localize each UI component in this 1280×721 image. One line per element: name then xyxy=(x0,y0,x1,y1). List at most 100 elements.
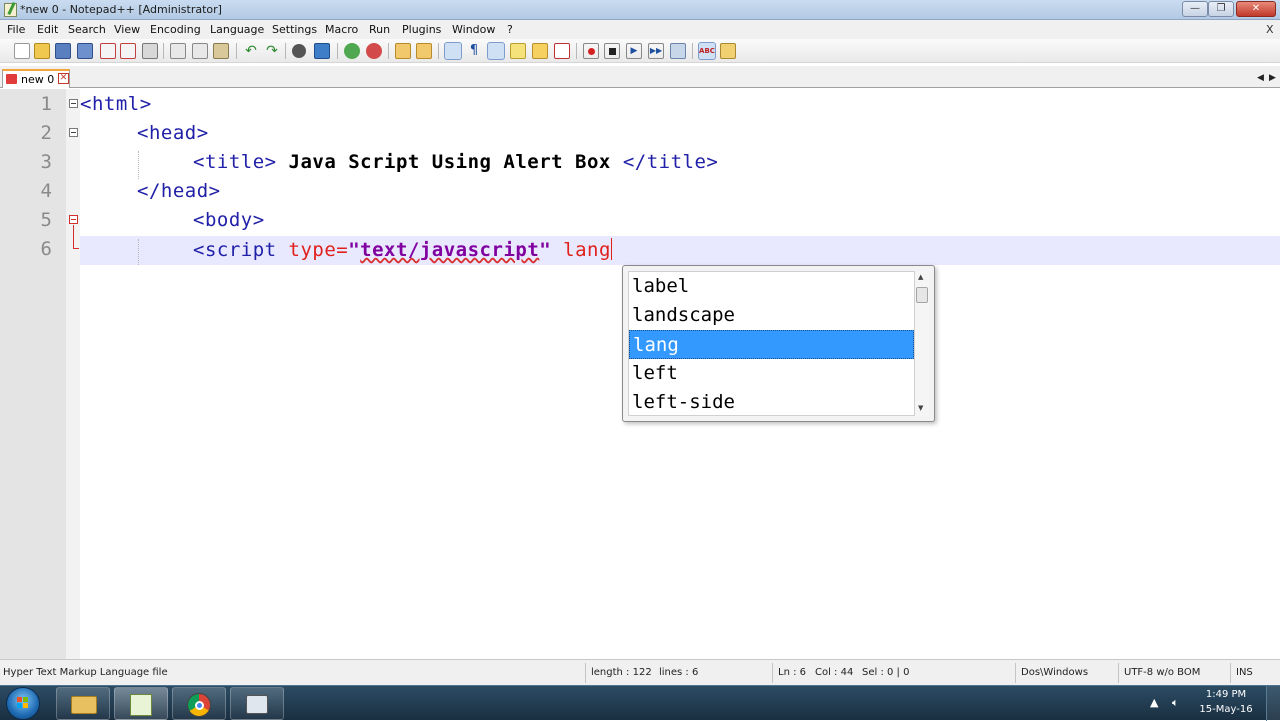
spell-check-options-icon[interactable] xyxy=(720,43,736,59)
tab-new-0[interactable]: new 0 ✕ xyxy=(2,69,70,88)
fold-margin xyxy=(66,89,80,659)
menu-language[interactable]: Language xyxy=(210,23,264,36)
editor-area[interactable]: 1 2 3 4 5 6 <html> <head> <title> Java S… xyxy=(0,89,1280,659)
show-all-characters-icon[interactable]: ¶ xyxy=(466,43,482,59)
maximize-button[interactable]: ❐ xyxy=(1208,1,1234,17)
spell-check-icon[interactable]: ABC xyxy=(698,42,716,60)
taskbar-notepad-plus-plus[interactable] xyxy=(114,687,168,720)
line-number-gutter xyxy=(0,89,66,659)
redo-icon[interactable]: ↷ xyxy=(264,43,280,59)
toolbar-separator xyxy=(163,43,164,59)
undo-icon[interactable]: ↶ xyxy=(243,43,259,59)
zoom-in-icon[interactable] xyxy=(344,43,360,59)
show-hidden-icons-icon[interactable]: ▲ xyxy=(1150,696,1158,709)
sync-vertical-icon[interactable] xyxy=(395,43,411,59)
scroll-down-icon[interactable]: ▼ xyxy=(918,404,923,412)
copy-icon[interactable] xyxy=(192,43,208,59)
save-macro-icon[interactable] xyxy=(670,43,686,59)
cut-icon[interactable] xyxy=(170,43,186,59)
status-separator xyxy=(585,663,586,683)
menu-search[interactable]: Search xyxy=(68,23,106,36)
status-encoding: UTF-8 w/o BOM xyxy=(1124,667,1201,678)
status-separator xyxy=(772,663,773,683)
autocomplete-item-selected[interactable]: lang xyxy=(629,330,914,359)
line-number: 6 xyxy=(40,238,52,260)
new-file-icon[interactable] xyxy=(14,43,30,59)
menu-plugins[interactable]: Plugins xyxy=(402,23,441,36)
code-token: " xyxy=(539,239,552,261)
code-line-5: <body> xyxy=(193,209,265,231)
menu-run[interactable]: Run xyxy=(369,23,390,36)
record-macro-icon[interactable] xyxy=(583,43,599,59)
user-language-icon[interactable] xyxy=(510,43,526,59)
autocomplete-item[interactable]: landscape xyxy=(629,301,914,330)
clock-date[interactable]: 15-May-16 xyxy=(1196,704,1256,715)
tab-label: new 0 xyxy=(21,73,55,86)
line-number: 2 xyxy=(40,122,52,144)
save-icon[interactable] xyxy=(55,43,71,59)
line-number: 3 xyxy=(40,151,52,173)
show-desktop-button[interactable] xyxy=(1266,686,1280,721)
unsaved-file-icon xyxy=(6,74,17,84)
run-macro-multiple-icon[interactable]: ▶▶ xyxy=(648,43,664,59)
minimize-button[interactable]: — xyxy=(1182,1,1208,17)
autocomplete-item[interactable]: label xyxy=(629,272,914,301)
code-token: </title> xyxy=(622,151,719,173)
status-insert-mode: INS xyxy=(1236,667,1253,678)
print-icon[interactable] xyxy=(142,43,158,59)
menu-view[interactable]: View xyxy=(114,23,140,36)
clock-time[interactable]: 1:49 PM xyxy=(1196,689,1256,700)
fold-toggle-icon[interactable] xyxy=(69,215,78,224)
word-wrap-icon[interactable] xyxy=(444,42,462,60)
indent-guide-icon[interactable] xyxy=(487,42,505,60)
zoom-out-icon[interactable] xyxy=(366,43,382,59)
close-all-icon[interactable] xyxy=(120,43,136,59)
volume-icon[interactable]: 🔈︎ xyxy=(1172,696,1179,710)
menu-settings[interactable]: Settings xyxy=(272,23,317,36)
toolbar-separator xyxy=(337,43,338,59)
autocomplete-scrollbar[interactable]: ▲ ▼ xyxy=(915,271,929,416)
tab-scroll-right-icon[interactable]: ▶ xyxy=(1269,73,1276,83)
line-number: 5 xyxy=(40,209,52,231)
code-token: <title> xyxy=(193,151,277,173)
menu-edit[interactable]: Edit xyxy=(37,23,58,36)
menu-encoding[interactable]: Encoding xyxy=(150,23,201,36)
function-list-icon[interactable] xyxy=(554,43,570,59)
stop-macro-icon[interactable] xyxy=(604,43,620,59)
find-icon[interactable] xyxy=(292,44,306,58)
menu-window[interactable]: Window xyxy=(452,23,495,36)
document-map-icon[interactable] xyxy=(532,43,548,59)
paste-icon[interactable] xyxy=(213,43,229,59)
code-token: text/javascript xyxy=(360,239,540,261)
windows-explorer-icon xyxy=(71,696,97,714)
close-document-icon[interactable]: X xyxy=(1266,23,1274,36)
play-macro-icon[interactable]: ▶ xyxy=(626,43,642,59)
scroll-thumb[interactable] xyxy=(916,287,928,303)
code-token: </head> xyxy=(137,180,221,202)
scroll-up-icon[interactable]: ▲ xyxy=(918,273,923,281)
status-col: Col : 44 xyxy=(815,667,854,678)
save-all-icon[interactable] xyxy=(77,43,93,59)
taskbar-explorer[interactable] xyxy=(56,687,110,720)
close-window-button[interactable]: ✕ xyxy=(1236,1,1276,17)
menu-help[interactable]: ? xyxy=(507,23,513,36)
fold-toggle-icon[interactable] xyxy=(69,128,78,137)
status-lines: lines : 6 xyxy=(659,667,699,678)
tab-scroll-left-icon[interactable]: ◀ xyxy=(1257,73,1264,83)
replace-icon[interactable] xyxy=(314,43,330,59)
code-token: Java Script Using Alert Box xyxy=(276,151,623,173)
open-file-icon[interactable] xyxy=(34,43,50,59)
close-icon[interactable] xyxy=(100,43,116,59)
menu-file[interactable]: File xyxy=(7,23,25,36)
menu-macro[interactable]: Macro xyxy=(325,23,358,36)
taskbar-chrome[interactable] xyxy=(172,687,226,720)
start-button[interactable] xyxy=(6,687,40,720)
sync-horizontal-icon[interactable] xyxy=(416,43,432,59)
fold-toggle-icon[interactable] xyxy=(69,99,78,108)
code-token: " xyxy=(348,239,361,261)
autocomplete-item[interactable]: left-side xyxy=(629,388,914,417)
autocomplete-item[interactable]: left xyxy=(629,359,914,388)
code-token: l> xyxy=(127,93,152,115)
taskbar-screen-recorder[interactable] xyxy=(230,687,284,720)
tab-close-icon[interactable]: ✕ xyxy=(58,73,69,84)
